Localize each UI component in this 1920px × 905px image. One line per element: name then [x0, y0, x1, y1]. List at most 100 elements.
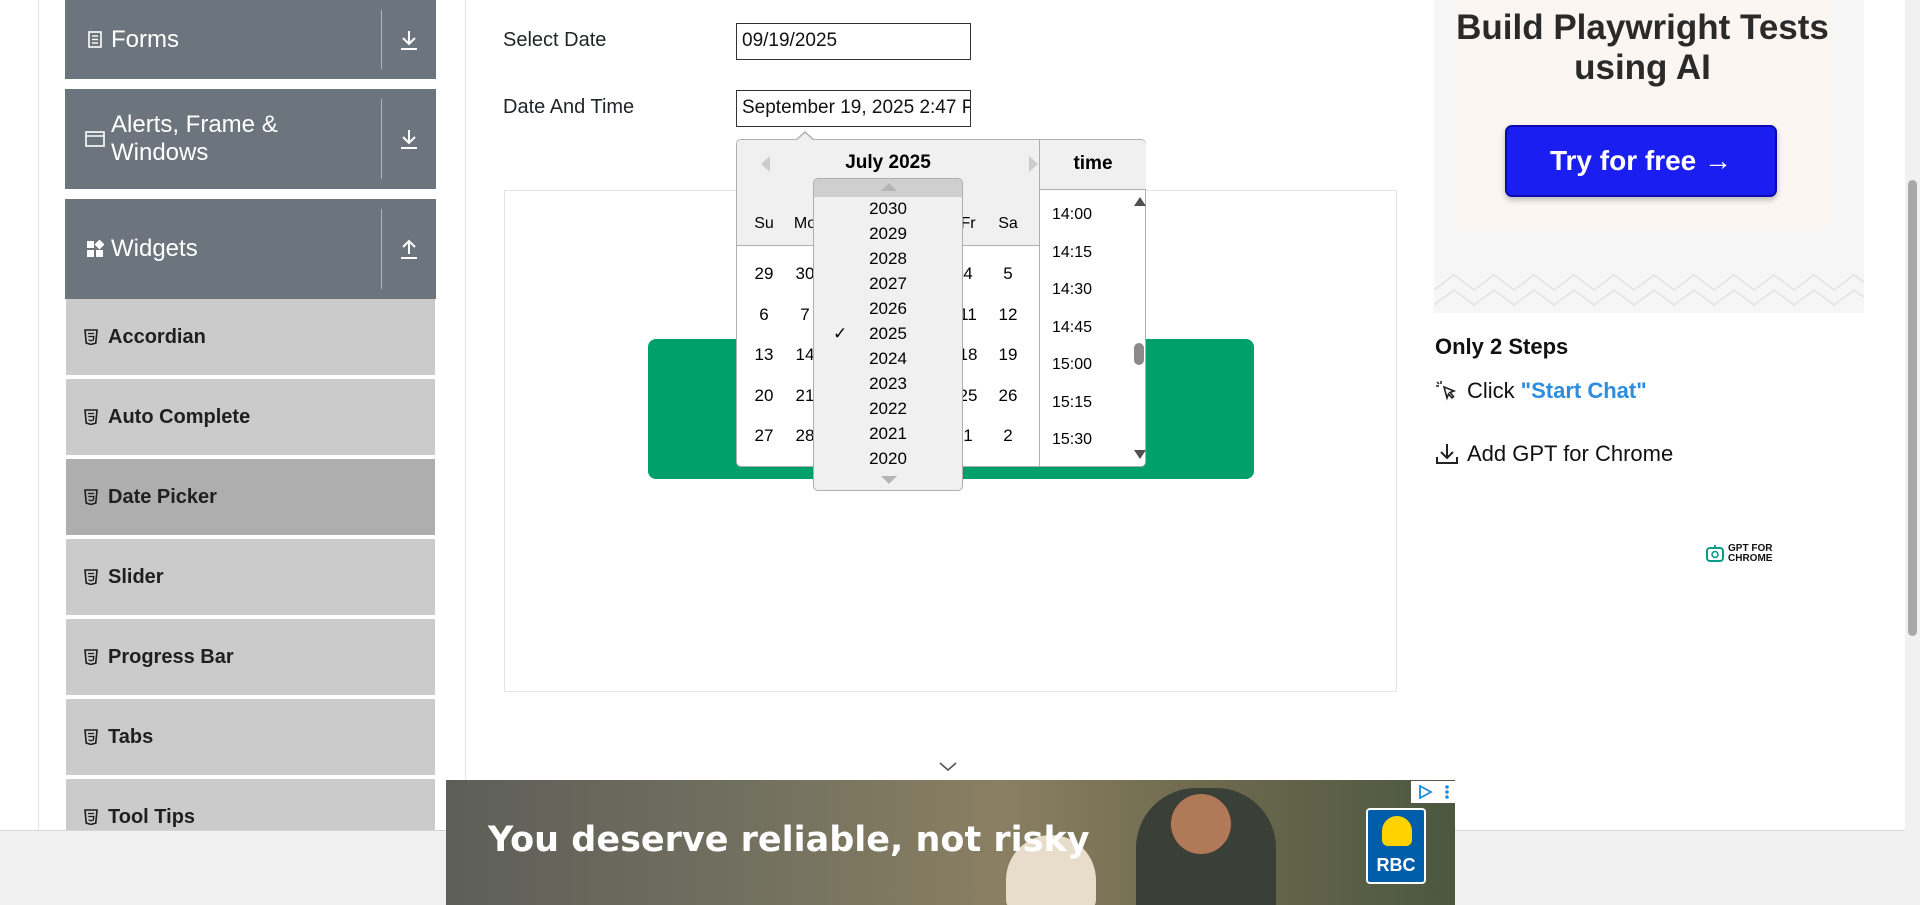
calendar-day[interactable]: 2	[988, 426, 1028, 446]
year-option[interactable]: 2029	[814, 224, 962, 244]
year-scroll-up[interactable]	[814, 179, 962, 197]
lion-icon	[1382, 816, 1412, 846]
year-option[interactable]: 2020	[814, 449, 962, 469]
scroll-thumb[interactable]	[1134, 343, 1144, 365]
sidebar-item-label: Date Picker	[108, 485, 217, 508]
weekday-label: Su	[754, 215, 774, 232]
download-icon	[1436, 444, 1458, 464]
sidebar-item-label: Accordian	[108, 325, 206, 348]
month-title[interactable]: July 2025	[737, 152, 1039, 174]
calendar-day[interactable]: 26	[988, 386, 1028, 406]
page-scrollbar[interactable]	[1905, 0, 1920, 905]
banner-text: You deserve reliable, not risky	[488, 820, 1090, 860]
year-option[interactable]: 2022	[814, 399, 962, 419]
calendar-day[interactable]: 29	[744, 264, 784, 284]
sidebar-group-label: Widgets	[111, 235, 198, 262]
page-scroll-thumb[interactable]	[1908, 180, 1917, 636]
calendar-day[interactable]: 6	[744, 305, 784, 325]
download-icon[interactable]	[382, 29, 436, 51]
time-slot[interactable]: 15:30	[1052, 431, 1122, 449]
time-slot[interactable]: 14:30	[1052, 281, 1122, 299]
bottom-ad-banner[interactable]: You deserve reliable, not risky RBC	[446, 780, 1455, 905]
chevron-down-icon[interactable]	[938, 760, 958, 778]
calendar-day[interactable]: 20	[744, 386, 784, 406]
window-icon	[85, 129, 105, 149]
time-list: time 14:00 14:15 14:30 14:45 15:00 15:15 15:30	[1039, 140, 1146, 466]
time-scrollbar[interactable]	[1132, 193, 1146, 463]
sidebar-item-label: Slider	[108, 565, 164, 588]
html5-icon	[84, 489, 98, 506]
calendar-day[interactable]: 19	[988, 345, 1028, 365]
sidebar-item-accordian[interactable]: Accordian	[66, 299, 435, 377]
year-option[interactable]: 2021	[814, 424, 962, 444]
year-option[interactable]: 2027	[814, 274, 962, 294]
sidebar-border-left	[38, 0, 39, 830]
html5-icon	[84, 569, 98, 586]
adchoices-icon[interactable]	[1417, 784, 1433, 800]
cursor-click-icon	[1436, 381, 1457, 401]
scroll-up-icon[interactable]	[1134, 197, 1146, 206]
year-option[interactable]: 2028	[814, 249, 962, 269]
calendar-day[interactable]: 12	[988, 305, 1028, 325]
html5-icon	[84, 329, 98, 346]
date-time-label: Date And Time	[503, 96, 635, 118]
time-slot[interactable]: 14:00	[1052, 206, 1122, 224]
html5-icon	[84, 809, 98, 826]
html5-icon	[84, 649, 98, 666]
ad-title: Build Playwright Tests using AI	[1456, 8, 1829, 87]
check-icon: ✓	[833, 324, 848, 343]
year-option[interactable]: 2023	[814, 374, 962, 394]
step2-text: Add GPT for Chrome	[1467, 441, 1674, 466]
sidebar-group-alerts[interactable]: Alerts, Frame & Windows	[65, 89, 436, 189]
sidebar-item-slider[interactable]: Slider	[66, 539, 435, 617]
steps-title: Only 2 Steps	[1435, 334, 1569, 359]
sidebar-item-date-picker[interactable]: Date Picker	[66, 459, 435, 537]
date-time-input[interactable]: September 19, 2025 2:47 PM	[736, 90, 971, 127]
scroll-down-icon[interactable]	[1134, 450, 1146, 459]
sidebar-group-forms[interactable]: Forms	[65, 0, 436, 79]
sidebar-item-tabs[interactable]: Tabs	[66, 699, 435, 777]
chevron-down-icon[interactable]	[881, 476, 897, 484]
sidebar-item-label: Tool Tips	[108, 805, 196, 828]
chevron-up-icon[interactable]	[881, 183, 897, 191]
sidebar-group-widgets[interactable]: Widgets	[65, 199, 436, 299]
sidebar-group-label: Forms	[111, 25, 179, 53]
rbc-logo: RBC	[1366, 808, 1426, 884]
upload-icon[interactable]	[382, 238, 436, 260]
calendar-day[interactable]: 27	[744, 426, 784, 446]
download-icon[interactable]	[382, 128, 436, 150]
widgets-icon	[85, 239, 105, 259]
person-face	[1171, 794, 1231, 854]
step-add-gpt: Add GPT for Chrome	[1435, 441, 1673, 467]
popup-caret-inner	[795, 133, 815, 142]
gpt-logo-icon	[1706, 545, 1724, 562]
time-slot[interactable]: 14:45	[1052, 319, 1122, 337]
select-date-label: Select Date	[503, 29, 607, 51]
year-option[interactable]: 2030	[814, 199, 962, 219]
rbc-logo-text: RBC	[1376, 855, 1416, 875]
sidebar-item-label: Auto Complete	[108, 405, 251, 428]
more-options-icon[interactable]	[1444, 784, 1450, 800]
sidebar-group-label: Alerts, Frame & Windows	[111, 111, 278, 166]
calendar-day[interactable]: 13	[744, 345, 784, 365]
step-start-chat: Click "Start Chat"	[1435, 378, 1647, 404]
try-for-free-button[interactable]: Try for free →	[1505, 125, 1777, 197]
step1-text: Click	[1467, 378, 1515, 403]
time-slot[interactable]: 15:00	[1052, 356, 1122, 374]
page: Forms Alerts, Frame & Windows Widgets Ac…	[0, 0, 1920, 905]
sidebar-item-auto-complete[interactable]: Auto Complete	[66, 379, 435, 457]
sidebar-item-label: Tabs	[108, 725, 154, 748]
year-option[interactable]: 2026	[814, 299, 962, 319]
start-chat-link[interactable]: "Start Chat"	[1521, 378, 1647, 404]
year-option[interactable]: 2024	[814, 349, 962, 369]
calendar-day[interactable]: 5	[988, 264, 1028, 284]
select-date-input[interactable]: 09/19/2025	[736, 23, 971, 60]
sidebar-item-progress-bar[interactable]: Progress Bar	[66, 619, 435, 697]
html5-icon	[84, 729, 98, 746]
logo-line2: CHROME	[1728, 553, 1773, 564]
ad-choices[interactable]	[1411, 781, 1455, 803]
time-slot[interactable]: 14:15	[1052, 244, 1122, 262]
next-month-icon[interactable]	[1029, 156, 1038, 172]
time-slot[interactable]: 15:15	[1052, 394, 1122, 412]
year-dropdown: 2030 2029 2028 2027 2026 2025 ✓ 2024 2023 2022 202…	[813, 178, 963, 491]
